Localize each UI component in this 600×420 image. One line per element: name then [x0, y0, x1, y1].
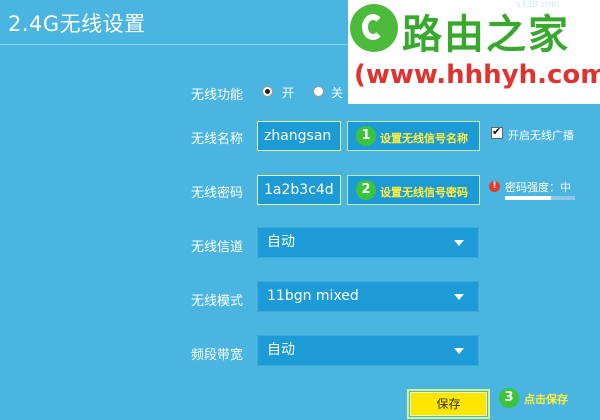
step-badge: 2: [356, 180, 376, 200]
channel-select[interactable]: 自动: [257, 227, 479, 258]
ssid-label: 无线名称: [191, 132, 244, 147]
step-badge: 3: [499, 388, 519, 408]
page-title: 2.4G无线设置: [8, 12, 146, 36]
site-watermark: 路由之家 (www.hhhyh.com) s338.com: [348, 0, 600, 104]
broadcast-checkbox[interactable]: [491, 125, 503, 139]
wireless-off-radio[interactable]: [313, 86, 324, 97]
warning-icon: !: [489, 181, 500, 192]
mode-value: 11bgn mixed: [267, 288, 359, 304]
watermark-site-name: 路由之家: [402, 11, 570, 58]
wireless-function-label: 无线功能: [191, 88, 244, 103]
password-strength-fill: [505, 196, 551, 200]
password-input[interactable]: 1a2b3c4d: [257, 175, 341, 205]
bandwidth-label: 频段带宽: [191, 348, 244, 363]
mode-label: 无线模式: [191, 294, 244, 309]
ssid-input[interactable]: zhangsan: [257, 121, 341, 151]
wireless-off-label: 关: [331, 86, 344, 100]
broadcast-label: 开启无线广播: [508, 129, 574, 142]
ssid-hint-text: 设置无线信号名称: [380, 132, 468, 145]
chevron-down-icon: [454, 294, 464, 300]
watermark-url: (www.hhhyh.com): [354, 60, 600, 90]
channel-label: 无线信道: [191, 240, 244, 255]
wireless-on-radio[interactable]: [262, 86, 273, 97]
save-hint-text: 点击保存: [524, 393, 568, 406]
channel-value: 自动: [267, 234, 295, 250]
password-label: 无线密码: [191, 186, 244, 201]
password-strength-label: 密码强度：中: [505, 181, 571, 194]
chevron-down-icon: [454, 240, 464, 246]
bandwidth-value: 自动: [267, 342, 295, 358]
watermark-subtext: s338.com: [516, 0, 560, 10]
password-strength-meter: [505, 196, 575, 200]
password-hint-text: 设置无线信号密码: [380, 186, 468, 199]
bandwidth-select[interactable]: 自动: [257, 335, 479, 366]
chevron-down-icon: [454, 348, 464, 354]
save-button[interactable]: 保存: [407, 389, 490, 419]
ssid-hint-box: 1 设置无线信号名称: [347, 121, 480, 151]
wireless-on-label: 开: [282, 86, 295, 100]
step-badge: 1: [356, 126, 376, 146]
mode-select[interactable]: 11bgn mixed: [257, 281, 479, 312]
password-hint-box: 2 设置无线信号密码: [347, 175, 480, 205]
site-logo-icon: [350, 4, 398, 52]
